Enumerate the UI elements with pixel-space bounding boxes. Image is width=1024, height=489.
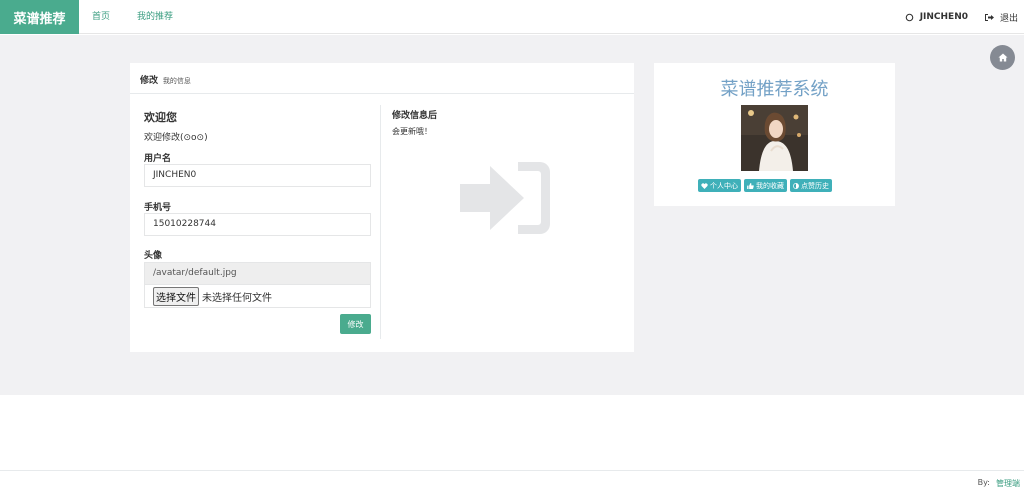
like-history-label: 点赞历史 <box>801 181 829 190</box>
logout-label: 退出 <box>999 13 1018 24</box>
panel-header: 修改 我的信息 <box>130 63 634 94</box>
admin-link[interactable]: 管理端 <box>996 478 1020 489</box>
sign-in-icon <box>460 158 554 241</box>
file-status: 未选择任何文件 <box>202 292 272 304</box>
username-field[interactable]: JINCHEN0 <box>144 164 371 187</box>
file-input: 选择文件 未选择任何文件 <box>144 285 371 308</box>
home-button[interactable] <box>990 45 1015 70</box>
welcome-heading: 欢迎您 <box>144 111 177 124</box>
column-divider <box>380 105 381 339</box>
personal-center-button[interactable]: 个人中心 <box>698 179 741 192</box>
brand-logo[interactable]: 菜谱推荐 <box>0 0 79 34</box>
logout-button[interactable]: 退出 <box>984 0 1018 34</box>
user-icon <box>905 13 914 22</box>
edit-profile-panel: 修改 我的信息 欢迎您 欢迎修改(⊙o⊙) 用户名 JINCHEN0 手机号 1… <box>130 63 634 352</box>
choose-file-button[interactable]: 选择文件 <box>153 286 199 306</box>
phone-field[interactable]: 15010228744 <box>144 213 371 236</box>
footer-divider <box>0 470 1024 471</box>
home-icon <box>998 53 1008 62</box>
username-label: JINCHEN0 <box>919 12 968 22</box>
panel-subtitle: 我的信息 <box>162 77 191 85</box>
sign-out-icon <box>984 13 994 22</box>
heart-icon <box>701 182 708 189</box>
info-title: 修改信息后 <box>392 111 438 121</box>
card-button-group: 个人中心 我的收藏 点赞历史 <box>698 179 832 192</box>
adjust-icon <box>793 182 799 189</box>
like-history-button[interactable]: 点赞历史 <box>790 179 832 192</box>
avatar <box>741 105 808 171</box>
avatar-path-field: /avatar/default.jpg <box>144 262 371 285</box>
my-favorites-label: 我的收藏 <box>756 181 784 190</box>
welcome-subtext: 欢迎修改(⊙o⊙) <box>144 133 208 143</box>
user-menu[interactable]: JINCHEN0 <box>905 0 968 34</box>
card-title: 菜谱推荐系统 <box>720 79 829 100</box>
submit-button[interactable]: 修改 <box>340 314 371 334</box>
top-navbar: 菜谱推荐 首页 我的推荐 JINCHEN0 退出 <box>0 0 1024 34</box>
phone-label: 手机号 <box>144 203 172 213</box>
panel-title: 修改 <box>140 76 159 86</box>
username-label: 用户名 <box>144 154 172 164</box>
footer: By: 管理端 <box>978 478 1020 489</box>
thumbs-up-icon <box>747 182 754 189</box>
info-subtitle: 会更新哦！ <box>392 127 432 136</box>
nav-link-my-recommendations[interactable]: 我的推荐 <box>137 0 173 34</box>
avatar-label: 头像 <box>144 251 163 261</box>
my-favorites-button[interactable]: 我的收藏 <box>744 179 787 192</box>
footer-by-label: By: <box>977 478 990 487</box>
profile-card: 菜谱推荐系统 个人中心 我的收藏 点赞历史 <box>654 63 895 206</box>
nav-link-home[interactable]: 首页 <box>92 0 110 34</box>
personal-center-label: 个人中心 <box>710 181 738 190</box>
